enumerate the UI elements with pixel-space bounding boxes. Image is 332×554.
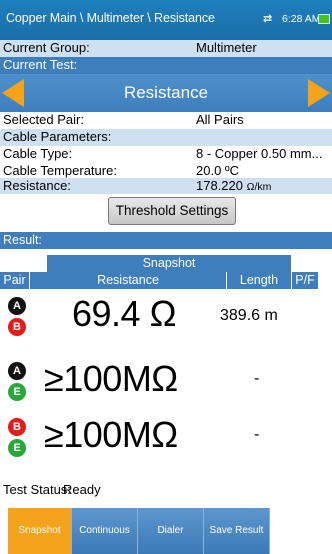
length-result: -	[254, 426, 260, 443]
wire-a-icon: A	[8, 362, 26, 380]
snapshot-header: Snapshot	[47, 255, 291, 272]
tab-continuous[interactable]: Continuous	[72, 508, 138, 554]
current-group-row: Current Group: Multimeter	[0, 40, 332, 57]
resistance-label: Resistance:	[3, 178, 71, 193]
test-status-label: Test Status:	[3, 482, 71, 497]
cable-type-label: Cable Type:	[3, 146, 73, 161]
resistance-value: 178.220 Ω/km	[196, 179, 271, 194]
resistance-unit: Ω/km	[246, 181, 272, 193]
test-status: Test Status: Ready	[3, 482, 101, 497]
length-result: 389.6 m	[220, 307, 278, 324]
resistance-row[interactable]: Resistance: 178.220 Ω/km	[0, 178, 332, 194]
column-header-resistance: Resistance	[30, 272, 226, 289]
cable-parameters-row: Cable Parameters:	[0, 129, 332, 146]
column-header-length: Length	[227, 272, 291, 289]
cable-parameters-label: Cable Parameters:	[3, 129, 112, 144]
current-group-label: Current Group:	[3, 40, 90, 55]
selected-pair-row[interactable]: Selected Pair: All Pairs	[0, 112, 332, 129]
wire-e-icon: E	[8, 439, 26, 457]
clock: 6:28 AM	[282, 13, 321, 25]
column-header-pf: P/F	[292, 272, 318, 289]
wire-a-icon: A	[8, 297, 26, 315]
threshold-settings-button[interactable]: Threshold Settings	[108, 197, 236, 225]
selected-pair-label: Selected Pair:	[3, 112, 84, 127]
tab-dialer[interactable]: Dialer	[138, 508, 204, 554]
length-result: -	[254, 370, 260, 387]
resistance-result: ≥100MΩ	[44, 414, 178, 455]
wire-b-icon: B	[8, 318, 26, 336]
tab-save-result[interactable]: Save Result	[204, 508, 270, 554]
resistance-result: 69.4 Ω	[72, 293, 176, 334]
resistance-number: 178.220	[196, 178, 243, 193]
next-test-arrow-icon[interactable]	[308, 79, 330, 107]
resistance-result: ≥100MΩ	[44, 358, 178, 399]
cable-temperature-row[interactable]: Cable Temperature: 20.0 ºC	[0, 163, 332, 178]
tab-snapshot[interactable]: Snapshot	[8, 508, 72, 554]
selected-pair-value: All Pairs	[196, 112, 244, 127]
test-status-value: Ready	[63, 482, 101, 497]
cable-temperature-value: 20.0 ºC	[196, 163, 240, 178]
wire-e-icon: E	[8, 383, 26, 401]
wire-b-icon: B	[8, 418, 26, 436]
result-label: Result:	[0, 232, 332, 249]
current-test-name: Resistance	[123, 83, 209, 102]
sync-icon: ⇄	[263, 13, 273, 25]
current-group-value: Multimeter	[196, 40, 257, 55]
test-selector: Resistance	[0, 74, 332, 112]
breadcrumb: Copper Main \ Multimeter \ Resistance	[6, 11, 215, 25]
current-test-row: Current Test:	[0, 57, 332, 74]
cable-type-value: 8 - Copper 0.50 mm...	[196, 146, 323, 161]
cable-type-row[interactable]: Cable Type: 8 - Copper 0.50 mm...	[0, 146, 332, 163]
column-header-pair: Pair	[0, 272, 29, 289]
cable-temperature-label: Cable Temperature:	[3, 163, 117, 178]
current-test-label: Current Test:	[3, 57, 78, 72]
battery-icon	[318, 14, 330, 24]
status-bar: Copper Main \ Multimeter \ Resistance ⇄ …	[0, 0, 332, 40]
